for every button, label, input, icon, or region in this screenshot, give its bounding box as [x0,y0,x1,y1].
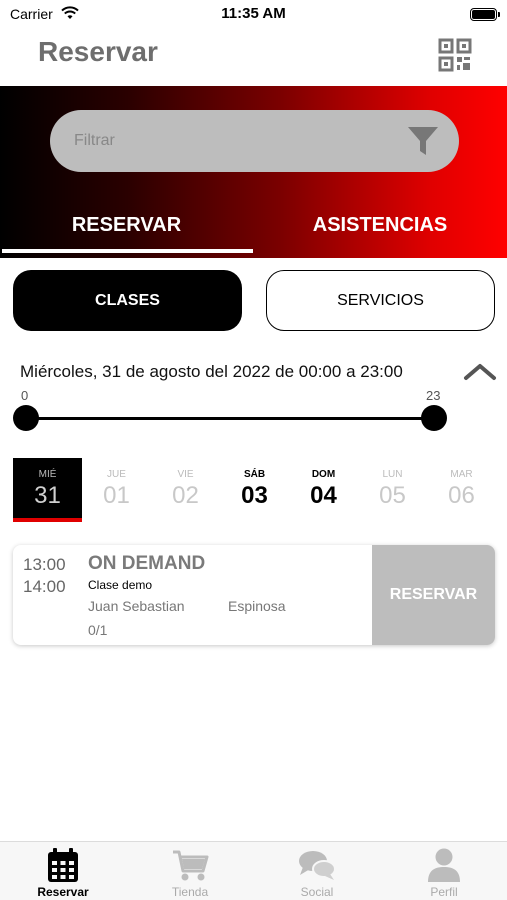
page-title: Reservar [38,36,158,67]
slider-handle-end[interactable] [421,405,447,431]
slider-min-label: 0 [21,388,29,403]
day-item[interactable]: DOM 04 [289,458,358,520]
clases-button[interactable]: CLASES [13,270,242,331]
class-title: ON DEMAND [88,553,206,574]
slider-max-label: 23 [426,388,441,403]
filter-input[interactable] [74,110,394,172]
day-item[interactable]: MIÉ 31 [13,458,82,522]
chevron-up-icon[interactable] [462,360,498,384]
day-item[interactable]: SÁB 03 [220,458,289,520]
day-number: 02 [172,482,199,509]
calendar-icon [43,847,83,883]
day-item[interactable]: VIE 02 [151,458,220,520]
tab-bar-social[interactable]: Social [254,842,380,900]
class-end-time: 14:00 [23,577,66,596]
servicios-button[interactable]: SERVICIOS [266,270,495,331]
status-time: 11:35 AM [221,5,286,22]
qr-code-icon[interactable] [438,38,472,72]
battery-icon [470,8,500,21]
tab-label: Tienda [171,885,209,899]
hero-banner: RESERVAR ASISTENCIAS [0,86,507,258]
instructor-last-name: Espinosa [228,598,286,614]
day-number: 05 [379,482,406,509]
time-slider-track[interactable] [26,417,434,420]
day-name: MAR [450,469,473,480]
tab-bar-perfil[interactable]: Perfil [381,842,507,900]
day-name: LUN [382,469,403,480]
status-bar: Carrier 11:35 AM [0,0,507,30]
chat-bubbles-icon [297,847,337,883]
day-number: 04 [310,482,337,509]
tab-label: Perfil [430,885,458,899]
reserve-button[interactable]: RESERVAR [372,545,495,645]
day-item[interactable]: JUE 01 [82,458,151,520]
day-name: MIÉ [38,469,57,480]
tab-asistencias[interactable]: ASISTENCIAS [253,214,507,237]
user-icon [424,847,464,883]
day-number: 31 [34,482,61,509]
instructor-first-name: Juan Sebastian [88,598,185,614]
slider-handle-start[interactable] [13,405,39,431]
class-capacity: 0/1 [88,622,108,638]
day-name: VIE [177,469,194,480]
day-number: 03 [241,482,268,509]
day-name: SÁB [243,469,266,480]
filter-icon[interactable] [405,123,441,159]
bottom-tab-bar: Reservar Tienda Social Perfil [0,841,507,900]
class-card[interactable]: 13:00 14:00 ON DEMAND Clase demo Juan Se… [13,545,495,645]
day-name: JUE [107,469,126,480]
tab-label: Social [300,885,334,899]
day-item[interactable]: MAR 06 [427,458,496,520]
tab-label: Reservar [37,885,89,899]
tab-reservar[interactable]: RESERVAR [0,214,253,237]
class-start-time: 13:00 [23,555,66,574]
cart-icon [170,847,210,883]
tab-bar-reservar[interactable]: Reservar [0,842,126,900]
day-item[interactable]: LUN 05 [358,458,427,520]
day-name: DOM [311,469,336,480]
class-subtitle: Clase demo [88,578,153,592]
tab-bar-tienda[interactable]: Tienda [127,842,253,900]
filter-bar[interactable] [50,110,459,172]
day-number: 01 [103,482,130,509]
active-tab-indicator [2,249,253,253]
date-range-label: Miércoles, 31 de agosto del 2022 de 00:0… [20,362,403,381]
day-number: 06 [448,482,475,509]
